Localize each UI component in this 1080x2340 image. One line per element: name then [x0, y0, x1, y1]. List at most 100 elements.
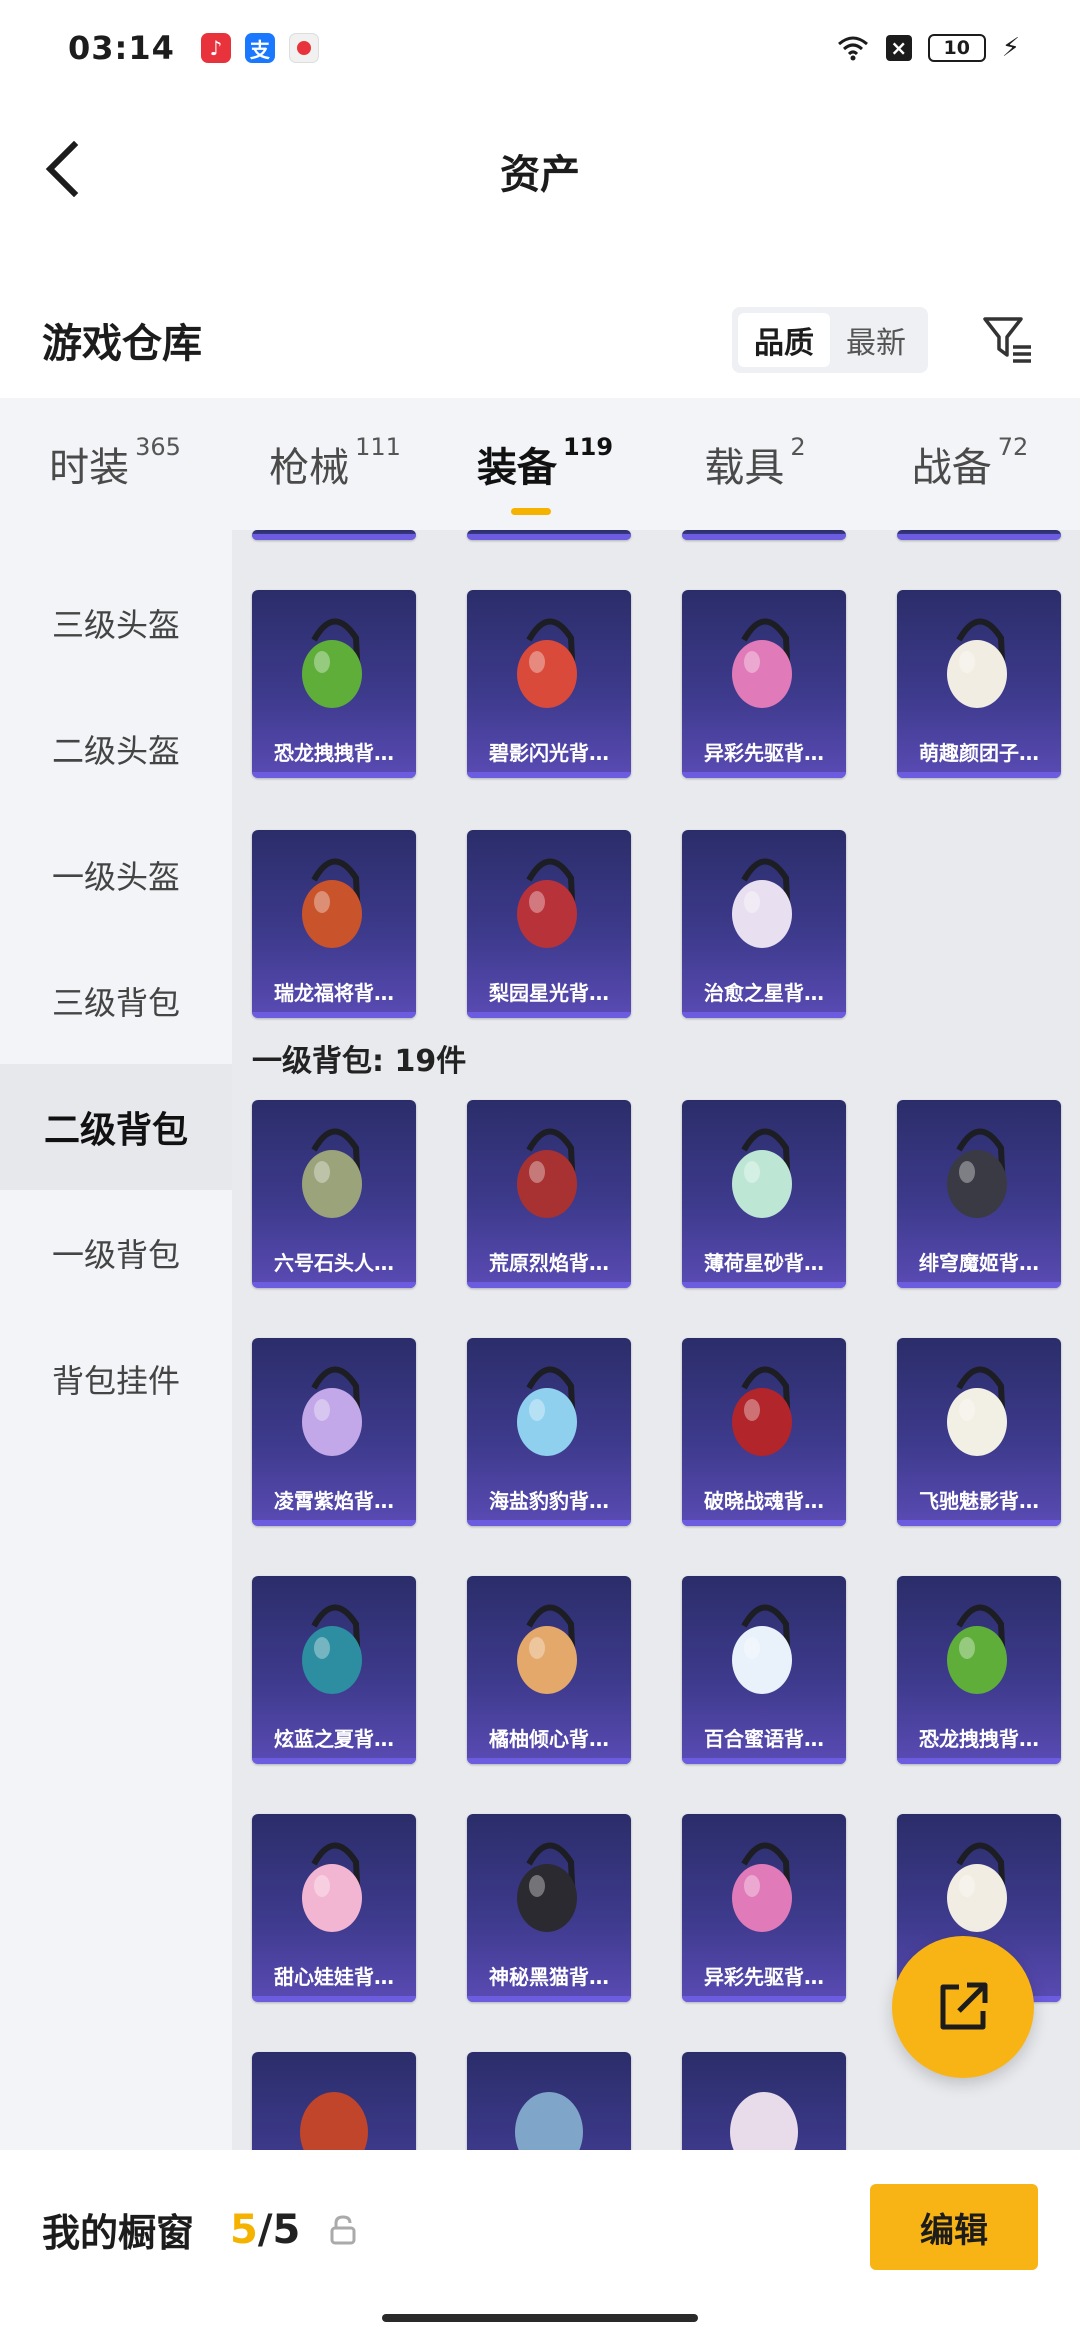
item-card[interactable]: 梨园星光背… — [467, 830, 631, 1018]
status-time: 03:14 — [68, 29, 175, 67]
item-card[interactable]: 橘柚倾心背… — [467, 1576, 631, 1764]
item-card[interactable]: 治愈之星背… — [682, 830, 846, 1018]
mint-backpack-icon — [732, 1128, 792, 1218]
tab-count: 119 — [562, 433, 614, 461]
item-name: 荒原烈焰背… — [489, 1251, 609, 1275]
item-name: 薄荷星砂背… — [704, 1251, 824, 1275]
item-card[interactable] — [467, 530, 631, 540]
tab-weapons[interactable]: 枪械 111 — [230, 433, 440, 493]
item-name: 橘柚倾心背… — [489, 1727, 609, 1751]
back-button[interactable] — [32, 134, 92, 204]
no-sim-icon: × — [885, 35, 912, 61]
item-card[interactable] — [252, 530, 416, 540]
category-tabs: 时装 365 枪械 111 装备 119 载具 2 战备 72 — [0, 398, 1080, 530]
item-grid-upper: 恐龙拽拽背… 碧影闪光背… 异彩先驱背… 萌趣颜团子… 瑞龙福将背… 梨园星光背… 治愈之星… — [252, 590, 1072, 1018]
tab-equipment[interactable]: 装备 119 — [440, 433, 650, 515]
page-title: 资产 — [500, 152, 580, 198]
tab-label: 枪械 — [269, 445, 350, 491]
alipay-app-icon: 支 — [244, 33, 275, 63]
item-card[interactable]: 绯穹魔姬背… — [897, 1100, 1061, 1288]
item-card[interactable]: 甜心娃娃背… — [252, 1814, 416, 2002]
dino-backpack-icon — [302, 618, 362, 708]
sidebar-item-backpack-lv2[interactable]: 二级背包 — [0, 1064, 232, 1190]
tab-supplies[interactable]: 战备 72 — [860, 433, 1080, 493]
item-card[interactable]: 恐龙拽拽背… — [897, 1576, 1061, 1764]
gamepad-backpack-icon — [517, 618, 577, 708]
item-name: 恐龙拽拽背… — [919, 1727, 1039, 1751]
item-card[interactable]: 海盐豹豹背… — [467, 1338, 631, 1526]
item-card[interactable] — [897, 530, 1061, 540]
filter-button[interactable] — [978, 310, 1038, 370]
stone-backpack-icon — [302, 1128, 362, 1218]
sort-by-newest[interactable]: 最新 — [830, 313, 922, 367]
tab-vehicles[interactable]: 载具 2 — [650, 433, 860, 493]
wifi-icon — [837, 36, 868, 61]
news-app-icon — [288, 33, 319, 63]
lily-backpack-icon — [732, 1604, 792, 1694]
item-card[interactable]: 瑞龙福将背… — [252, 830, 416, 1018]
item-grid-area[interactable]: 恐龙拽拽背… 碧影闪光背… 异彩先驱背… 萌趣颜团子… 瑞龙福将背… 梨园星光背… 治愈之星… — [232, 530, 1080, 2150]
item-name: 梨园星光背… — [489, 981, 609, 1005]
showcase-max-count: 5 — [272, 2206, 301, 2253]
sort-by-quality[interactable]: 品质 — [738, 313, 830, 367]
item-name: 甜心娃娃背… — [274, 1965, 394, 1989]
sidebar-item-backpack-lv1[interactable]: 一级背包 — [0, 1190, 232, 1316]
item-name: 瑞龙福将背… — [274, 981, 394, 1005]
ball-backpack-icon — [517, 1604, 577, 1694]
item-name: 萌趣颜团子… — [919, 741, 1039, 765]
sidebar-item-backpack-charm[interactable]: 背包挂件 — [0, 1316, 232, 1442]
tab-fashion[interactable]: 时装 365 — [0, 433, 230, 493]
item-name: 治愈之星背… — [704, 981, 824, 1005]
item-card[interactable]: 碧影闪光背… — [467, 590, 631, 778]
item-card[interactable] — [682, 530, 846, 540]
item-card[interactable]: 神秘黑猫背… — [467, 1814, 631, 2002]
warehouse-header: 游戏仓库 品质 最新 — [0, 290, 1080, 390]
item-name: 异彩先驱背… — [704, 741, 824, 765]
item-card[interactable]: 荒原烈焰背… — [467, 1100, 631, 1288]
purple-backpack-icon — [302, 1366, 362, 1456]
sidebar-item-backpack-lv3[interactable]: 三级背包 — [0, 938, 232, 1064]
share-fab[interactable] — [892, 1936, 1034, 2078]
item-card[interactable]: 百合蜜语背… — [682, 1576, 846, 1764]
item-name: 六号石头人… — [274, 1251, 394, 1275]
item-card[interactable]: 恐龙拽拽背… — [252, 590, 416, 778]
item-grid-lower: 六号石头人… 荒原烈焰背… 薄荷星砂背… 绯穹魔姬背… 凌霄紫焰背… 海盐豹豹背… 破晓战魂… — [252, 1100, 1072, 2002]
item-card[interactable]: 凌霄紫焰背… — [252, 1338, 416, 1526]
showcase-bar: 我的橱窗 5 / 5 编辑 — [0, 2150, 1080, 2340]
partial-row — [252, 530, 1072, 540]
item-card[interactable] — [682, 2052, 846, 2150]
item-card[interactable]: 炫蓝之夏背… — [252, 1576, 416, 1764]
showcase-current-count: 5 — [230, 2206, 258, 2253]
item-name: 恐龙拽拽背… — [274, 741, 394, 765]
tab-count: 2 — [790, 433, 806, 461]
item-card[interactable]: 六号石头人… — [252, 1100, 416, 1288]
item-card[interactable]: 破晓战魂背… — [682, 1338, 846, 1526]
candy-backpack-icon — [302, 1842, 362, 1932]
chevron-left-icon — [45, 141, 79, 197]
sidebar-item-helmet-lv1[interactable]: 一级头盔 — [0, 812, 232, 938]
filter-icon — [983, 317, 1031, 363]
item-card[interactable]: 飞驰魅影背… — [897, 1338, 1061, 1526]
flame-backpack-icon — [517, 1128, 577, 1218]
sidebar-item-helmet-lv3[interactable]: 三级头盔 — [0, 560, 232, 686]
tab-label: 装备 — [476, 445, 557, 491]
item-name: 海盐豹豹背… — [489, 1489, 609, 1513]
armor-backpack-icon — [732, 1366, 792, 1456]
edit-button[interactable]: 编辑 — [870, 2184, 1038, 2270]
battery-indicator: 10 — [927, 34, 986, 62]
item-card[interactable]: 薄荷星砂背… — [682, 1100, 846, 1288]
tab-label: 载具 — [704, 445, 785, 491]
app-header: 资产 — [0, 96, 1080, 246]
home-indicator[interactable] — [382, 2314, 698, 2322]
item-card[interactable] — [252, 2052, 416, 2150]
item-card[interactable] — [467, 2052, 631, 2150]
white-backpack-icon — [732, 858, 792, 948]
dino-backpack-icon — [947, 1604, 1007, 1694]
item-card[interactable]: 萌趣颜团子… — [897, 590, 1061, 778]
tab-label: 时装 — [49, 445, 130, 491]
item-card[interactable]: 异彩先驱背… — [682, 590, 846, 778]
item-card[interactable]: 异彩先驱背… — [682, 1814, 846, 2002]
lock-icon[interactable] — [330, 2214, 356, 2245]
showcase-label: 我的橱窗 — [42, 2211, 195, 2255]
sidebar-item-helmet-lv2[interactable]: 二级头盔 — [0, 686, 232, 812]
